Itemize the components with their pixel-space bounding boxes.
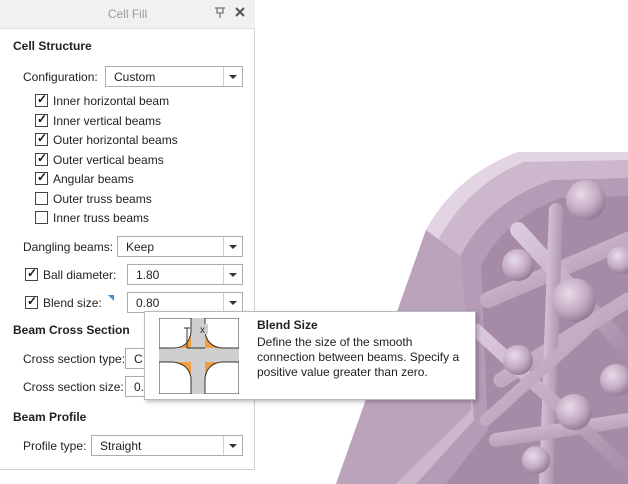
dangling-beams-value: Keep	[126, 240, 155, 254]
profile-type-label: Profile type:	[23, 439, 87, 453]
checkbox-outer-vertical-beams[interactable]: ✓	[35, 151, 48, 166]
outer-truss-beams-label: Outer truss beams	[53, 192, 152, 206]
checkbox-outer-horizontal-beams[interactable]: ✓	[35, 131, 48, 146]
checkbox-inner-truss-beams[interactable]	[35, 211, 48, 224]
checkbox-ball-diameter[interactable]: ✓	[25, 266, 38, 281]
cross-section-type-value: C	[134, 352, 143, 366]
checkbox-angular-beams[interactable]: ✓	[35, 170, 48, 185]
lattice-cell-fill-model-icon	[336, 152, 628, 484]
checkbox-inner-vertical-beams[interactable]: ✓	[35, 112, 48, 127]
angular-beams-label: Angular beams	[53, 172, 134, 186]
inner-vertical-beams-label: Inner vertical beams	[53, 114, 162, 128]
configuration-value: Custom	[114, 70, 156, 84]
panel-titlebar: Cell Fill	[0, 0, 255, 29]
blend-size-value: 0.80	[136, 296, 160, 310]
inner-truss-beams-label: Inner truss beams	[53, 211, 150, 225]
graphics-viewport[interactable]	[256, 0, 628, 484]
close-icon[interactable]	[234, 4, 248, 20]
ball-diameter-label: Ball diameter:	[43, 268, 117, 282]
blend-size-label: Blend size:	[43, 296, 102, 310]
inner-horizontal-beam-label: Inner horizontal beam	[53, 94, 170, 108]
section-beam-profile: Beam Profile	[13, 410, 87, 424]
configuration-select[interactable]: Custom	[105, 66, 243, 87]
dangling-beams-label: Dangling beams:	[23, 240, 114, 254]
ball-diameter-input[interactable]: 1.80	[127, 264, 243, 285]
checkbox-blend-size[interactable]: ✓	[25, 294, 38, 309]
tooltip-indicator-icon	[108, 295, 114, 301]
checkbox-inner-horizontal-beam[interactable]: ✓	[35, 92, 48, 107]
diagram-letter: x	[200, 325, 205, 336]
chevron-down-icon[interactable]	[223, 237, 242, 256]
profile-type-select[interactable]: Straight	[91, 435, 243, 456]
tooltip-body: Define the size of the smooth connection…	[257, 335, 460, 379]
dangling-beams-select[interactable]: Keep	[117, 236, 243, 257]
blend-size-input[interactable]: 0.80	[127, 292, 243, 313]
blend-size-diagram-icon: x	[158, 317, 240, 395]
section-beam-cross-section: Beam Cross Section	[13, 323, 130, 337]
cross-section-type-label: Cross section type:	[23, 352, 126, 366]
chevron-down-icon[interactable]	[223, 293, 242, 312]
chevron-down-icon[interactable]	[223, 265, 242, 284]
chevron-down-icon[interactable]	[223, 67, 242, 86]
section-cell-structure: Cell Structure	[13, 39, 92, 53]
pin-icon[interactable]	[213, 5, 227, 19]
configuration-label: Configuration:	[23, 70, 98, 84]
ball-diameter-value: 1.80	[136, 268, 160, 282]
profile-type-value: Straight	[100, 439, 142, 453]
cross-section-size-label: Cross section size:	[23, 380, 124, 394]
outer-horizontal-beams-label: Outer horizontal beams	[53, 133, 178, 147]
chevron-down-icon[interactable]	[223, 436, 242, 455]
checkbox-outer-truss-beams[interactable]	[35, 192, 48, 205]
outer-vertical-beams-label: Outer vertical beams	[53, 153, 164, 167]
tooltip-title: Blend Size	[257, 318, 318, 332]
blend-size-tooltip: x Blend Size Define the size of the smoo…	[144, 311, 476, 400]
